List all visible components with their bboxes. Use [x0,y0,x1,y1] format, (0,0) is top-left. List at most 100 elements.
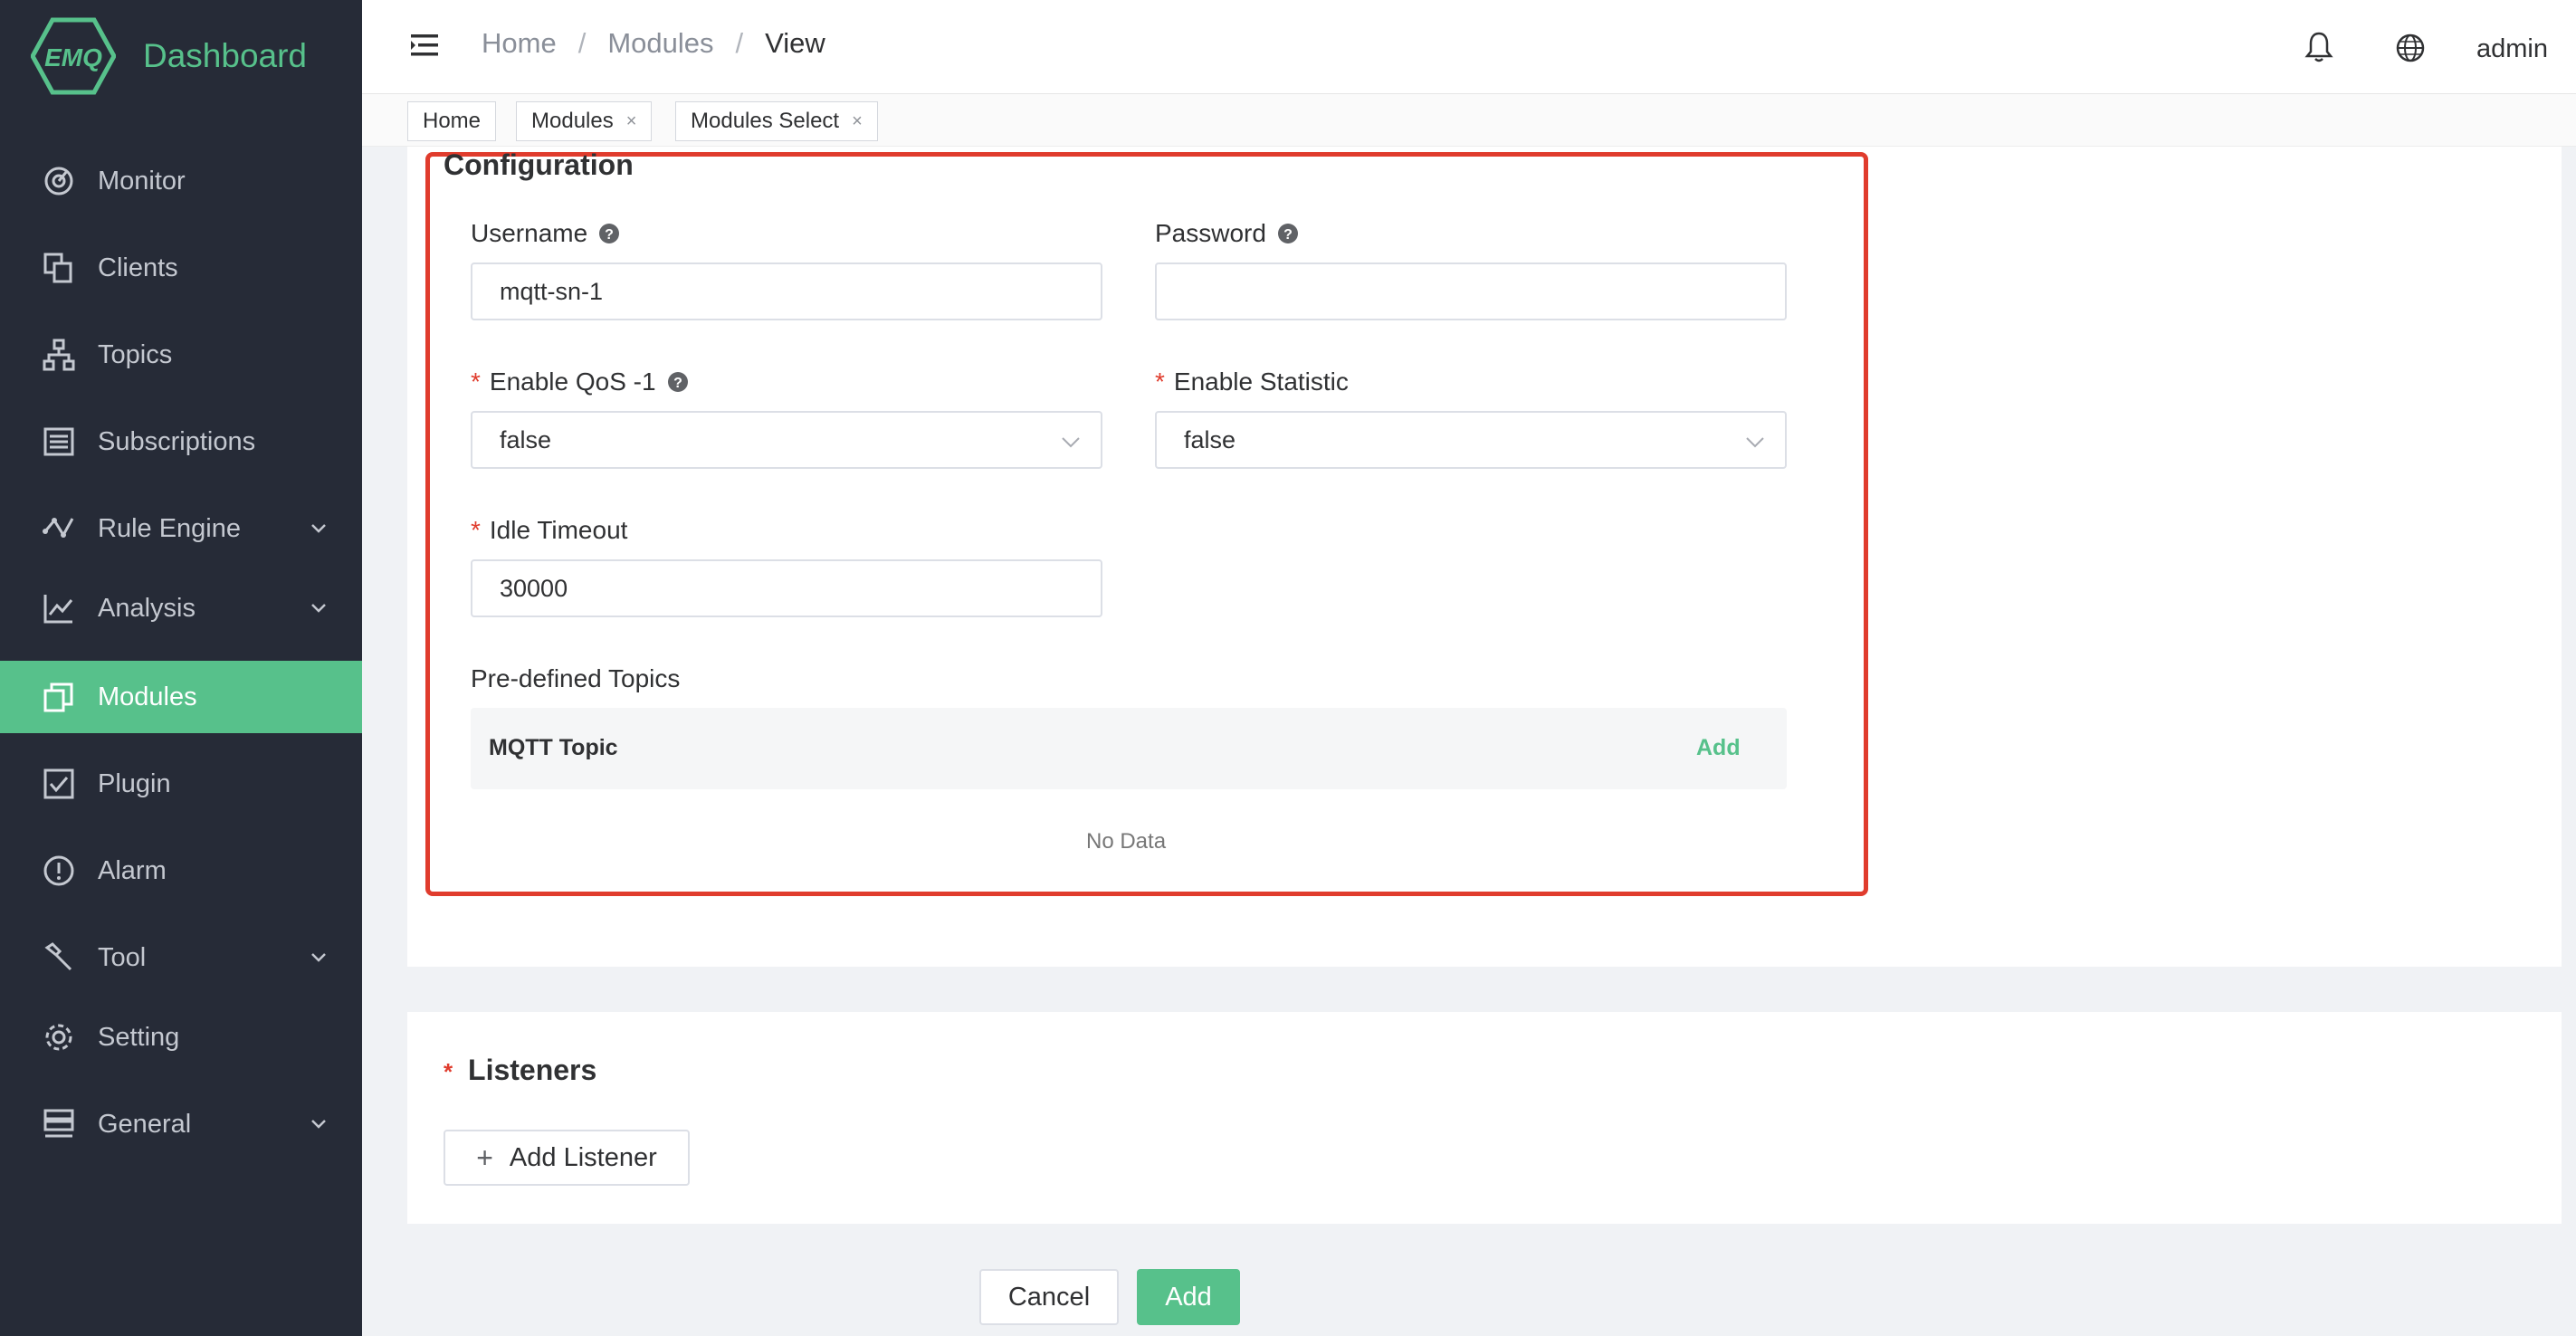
tag-label: Home [423,109,482,133]
add-topic-button[interactable]: Add [1696,735,1741,761]
chevron-down-icon [1062,437,1080,448]
username-label-text: Username [471,219,588,247]
breadcrumb-current: View [765,27,825,59]
sidebar-item-label: Modules [98,682,197,711]
tags-bar: Home Modules × Modules Select × [362,94,2576,147]
tag-label: Modules Select [691,109,840,133]
enable-statistic-select[interactable]: false [1155,411,1787,469]
sidebar-item-label: Rule Engine [98,513,241,543]
sidebar-item-clients[interactable]: Clients [0,232,362,304]
predefined-topics-label: Pre-defined Topics [471,664,681,692]
topics-icon [42,338,76,372]
tag-modules-select[interactable]: Modules Select × [675,101,878,141]
breadcrumb-modules[interactable]: Modules [607,27,713,60]
chevron-down-icon [311,604,326,613]
general-icon [42,1107,76,1141]
svg-text:?: ? [673,376,682,391]
breadcrumb-home[interactable]: Home [482,27,557,60]
close-icon[interactable]: × [852,111,863,132]
sidebar-item-modules[interactable]: Modules [0,661,362,733]
sidebar-item-label: General [98,1109,192,1139]
chevron-down-icon [311,953,326,962]
required-mark: * [444,1058,453,1085]
user-menu[interactable]: admin [2476,34,2548,64]
close-icon[interactable]: × [626,111,637,132]
password-label: Password ? [1155,219,1299,248]
sidebar-item-plugin[interactable]: Plugin [0,748,362,820]
enable-statistic-label: * Enable Statistic [1155,367,1349,396]
password-input[interactable] [1155,262,1787,320]
help-icon[interactable]: ? [667,371,689,393]
sidebar-item-general[interactable]: General [0,1088,362,1160]
enable-qos-label: * Enable QoS -1 ? [471,367,689,396]
analysis-icon [42,591,76,625]
enable-qos-value: false [500,425,552,453]
plugin-icon [42,767,76,801]
add-button[interactable]: Add [1137,1269,1240,1325]
no-data-text: No Data [1086,829,1167,854]
breadcrumb-separator: / [577,27,587,59]
sidebar-item-label: Tool [98,942,147,972]
mqtt-topic-column: MQTT Topic [489,735,618,760]
username-input[interactable]: mqtt-sn-1 [471,262,1102,320]
svg-text:?: ? [1283,227,1293,243]
tag-label: Modules [531,109,614,133]
sidebar-item-topics[interactable]: Topics [0,319,362,391]
listeners-card [407,1012,2562,1224]
idle-timeout-input[interactable]: 30000 [471,559,1102,617]
top-header: Home / Modules / View admin [362,0,2576,94]
emq-logo-icon: EMQ [31,17,116,95]
sidebar: EMQ Dashboard Monitor Clients Topics Sub… [0,0,362,1336]
password-label-text: Password [1155,219,1266,247]
monitor-icon [42,164,76,198]
enable-qos-label-text: Enable QoS -1 [489,367,656,396]
cancel-button[interactable]: Cancel [979,1269,1119,1325]
brand[interactable]: EMQ Dashboard [31,16,307,96]
add-listener-button[interactable]: + Add Listener [444,1130,690,1186]
sidebar-item-label: Alarm [98,855,167,885]
idle-timeout-label: * Idle Timeout [471,516,627,545]
breadcrumb: Home / Modules / View [482,27,825,60]
listeners-title: * Listeners [444,1054,596,1087]
enable-statistic-value: false [1184,425,1236,453]
plus-icon: + [476,1140,493,1174]
sidebar-item-label: Plugin [98,768,171,798]
clients-icon [42,251,76,285]
enable-qos-select[interactable]: false [471,411,1102,469]
tag-modules[interactable]: Modules × [516,101,653,141]
globe-icon[interactable] [2395,33,2426,63]
sidebar-item-tool[interactable]: Tool [0,921,362,994]
brand-name: Dashboard [143,37,308,74]
enable-statistic-label-text: Enable Statistic [1173,367,1349,396]
listeners-title-text: Listeners [468,1054,597,1086]
chevron-down-icon [1746,437,1764,448]
sidebar-item-label: Clients [98,253,178,282]
idle-timeout-label-text: Idle Timeout [489,516,628,544]
sidebar-item-label: Subscriptions [98,426,256,456]
svg-text:?: ? [605,227,614,243]
sidebar-item-setting[interactable]: Setting [0,1001,362,1074]
bell-icon[interactable] [2304,31,2333,63]
required-mark: * [471,516,481,544]
rule-engine-icon [42,511,76,546]
sidebar-item-alarm[interactable]: Alarm [0,835,362,907]
predefined-topics-table-header: MQTT Topic Add [471,708,1787,789]
tag-home[interactable]: Home [407,101,497,141]
help-icon[interactable]: ? [1277,223,1299,244]
sidebar-item-label: Analysis [98,593,196,623]
add-listener-label: Add Listener [509,1142,657,1172]
sidebar-item-rule-engine[interactable]: Rule Engine [0,492,362,565]
chevron-down-icon [311,1120,326,1129]
chevron-down-icon [311,524,326,533]
alarm-icon [42,854,76,888]
subscriptions-icon [42,425,76,459]
help-icon[interactable]: ? [598,223,620,244]
sidebar-item-monitor[interactable]: Monitor [0,145,362,217]
sidebar-item-analysis[interactable]: Analysis [0,572,362,644]
tool-icon [42,940,76,975]
sidebar-item-subscriptions[interactable]: Subscriptions [0,406,362,478]
menu-icon[interactable] [411,33,438,58]
required-mark: * [471,367,481,396]
required-mark: * [1155,367,1165,396]
username-label: Username ? [471,219,620,248]
